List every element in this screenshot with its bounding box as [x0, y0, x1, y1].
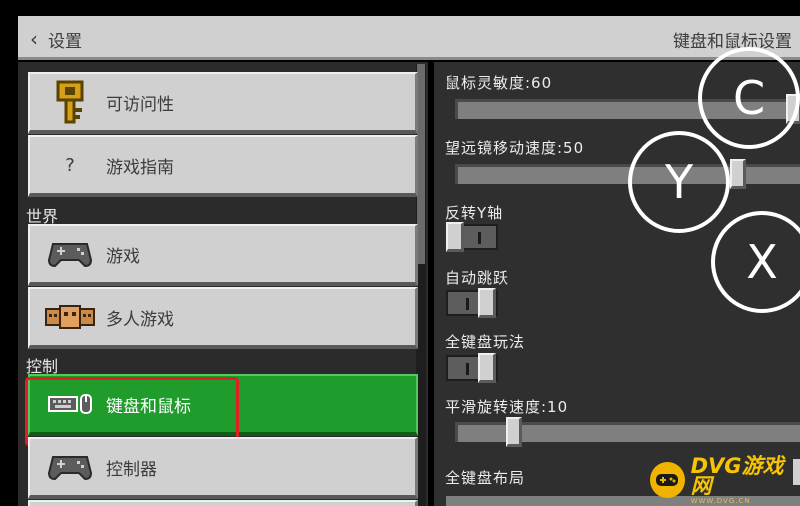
players-icon: [42, 304, 98, 330]
sidebar-item-label: 游戏指南: [106, 157, 174, 178]
page-title: 键盘和鼠标设置: [673, 32, 792, 52]
watermark-url: WWW.DVG.CN: [690, 496, 751, 505]
watermark-text: DVG游戏网: [690, 453, 784, 498]
full-keyboard-toggle[interactable]: [446, 353, 498, 383]
toggle-knob[interactable]: [446, 222, 464, 252]
toggle-indicator: [478, 232, 481, 244]
sidebar-item-controller[interactable]: 控制器: [28, 437, 418, 499]
gamepad-logo-icon: [650, 462, 685, 498]
gamepad-icon: [42, 453, 98, 481]
watermark: DVG游戏网 WWW.DVG.CN: [650, 455, 800, 505]
sidebar-item-label: 可访问性: [106, 94, 174, 115]
spyglass-speed-label: 望远镜移动速度:50: [445, 139, 585, 157]
smooth-rotation-thumb[interactable]: [506, 417, 522, 447]
sidebar-scrollbar-thumb[interactable]: [417, 64, 425, 264]
back-label: 设置: [48, 31, 82, 52]
spyglass-speed-thumb[interactable]: [730, 159, 746, 189]
mouse-sensitivity-label: 鼠标灵敏度:60: [445, 74, 553, 92]
toggle-indicator: [466, 298, 469, 310]
auto-jump-label: 自动跳跃: [445, 269, 510, 287]
back-button[interactable]: ‹ 设置: [30, 26, 82, 52]
toggle-indicator: [466, 363, 469, 375]
sidebar-item-accessibility[interactable]: 可访问性: [28, 72, 418, 134]
toggle-knob[interactable]: [478, 288, 496, 318]
smooth-rotation-slider[interactable]: [455, 417, 800, 447]
selection-highlight-annotation: [25, 377, 239, 446]
auto-jump-toggle[interactable]: [446, 288, 498, 318]
y-button[interactable]: Y: [628, 131, 730, 233]
sidebar-item-game[interactable]: 游戏: [28, 224, 418, 286]
chevron-left-icon: ‹: [30, 27, 38, 51]
smooth-rotation-label: 平滑旋转速度:10: [445, 398, 569, 416]
gamepad-icon: [42, 240, 98, 268]
sidebar-item-multiplayer[interactable]: 多人游戏: [28, 287, 418, 349]
question-icon: ?: [65, 154, 75, 176]
sidebar-item-label: 多人游戏: [106, 309, 174, 330]
key-icon: [42, 80, 98, 124]
sidebar-item-guide[interactable]: ? 游戏指南: [28, 135, 418, 197]
toggle-knob[interactable]: [478, 353, 496, 383]
full-keyboard-label: 全键盘玩法: [445, 333, 526, 351]
sidebar-item-label: 游戏: [106, 246, 140, 267]
invert-y-label: 反转Y轴: [445, 204, 504, 222]
invert-y-toggle[interactable]: [446, 222, 498, 252]
sidebar-item-label: 控制器: [106, 459, 157, 480]
c-button[interactable]: C: [698, 47, 800, 149]
sidebar-item-partial[interactable]: [28, 500, 418, 506]
keyboard-layout-label: 全键盘布局: [445, 469, 526, 487]
